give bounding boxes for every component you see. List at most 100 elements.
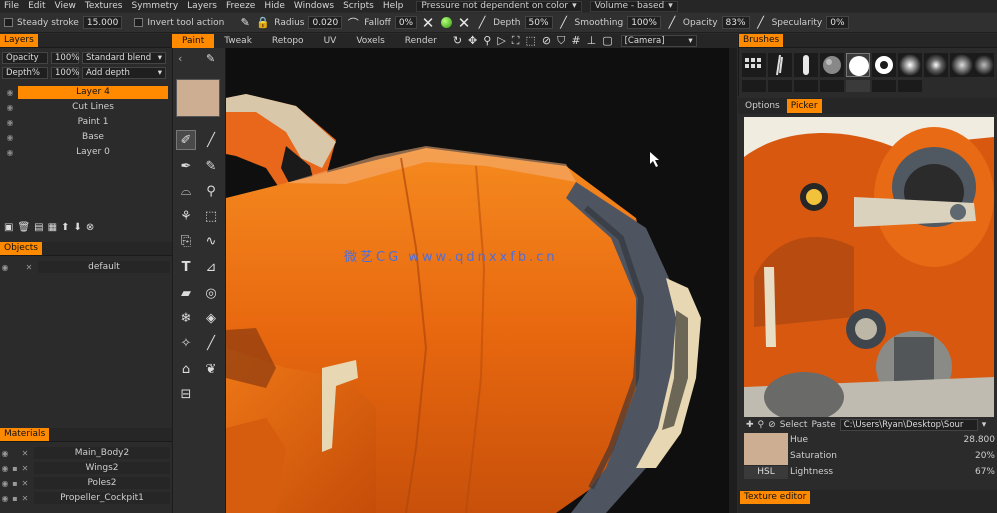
brush-preset[interactable] [742, 53, 766, 77]
eye-icon[interactable]: ◉ [0, 263, 10, 272]
shield-icon[interactable]: ⛉ [557, 34, 565, 48]
frame-icon[interactable]: ⬚ [526, 34, 536, 48]
current-color-swatch[interactable] [176, 79, 220, 117]
brush-preset[interactable] [742, 80, 766, 92]
close-icon[interactable]: ✕ [24, 263, 34, 272]
brush-preset[interactable] [950, 53, 974, 77]
butterfly-tool-icon[interactable]: ❦ [201, 359, 221, 379]
select-button[interactable]: Select [780, 420, 808, 430]
delete-layer-icon[interactable]: 🗑 [17, 222, 30, 233]
brush-preset-selected[interactable] [846, 53, 870, 77]
freeze-tool-icon[interactable]: ❄ [176, 308, 196, 328]
brush-preset[interactable] [898, 80, 922, 92]
pencil-tool-icon[interactable]: ╱ [201, 333, 221, 353]
brush-preset[interactable] [974, 53, 994, 77]
viewport-scrollbar[interactable] [729, 48, 737, 513]
brush-preset[interactable] [898, 53, 922, 77]
rotate-icon[interactable]: ↻ [453, 34, 462, 48]
play-icon[interactable]: ▷ [497, 34, 505, 48]
close-icon[interactable]: ✕ [20, 464, 30, 473]
brush-preset[interactable] [924, 53, 948, 77]
materials-title[interactable]: Materials [0, 428, 50, 441]
menu-hide[interactable]: Hide [260, 1, 290, 11]
layer-opacity-value[interactable]: 100% [51, 51, 79, 64]
eye-icon[interactable]: ◉ [2, 88, 18, 97]
magic-wand-icon[interactable]: ✧ [176, 333, 196, 353]
lock-icon[interactable]: ▪ [10, 479, 20, 488]
3d-viewport[interactable]: 微艺CG www.qdnxxfb.cn [226, 48, 736, 513]
eye-icon[interactable]: ◉ [0, 449, 10, 458]
opacity-pen-icon[interactable]: ╱ [665, 16, 679, 30]
color-model-button[interactable]: HSL [744, 466, 788, 479]
measure-tool-icon[interactable]: ⊿ [201, 257, 221, 277]
lock-icon[interactable]: ▪ [10, 464, 20, 473]
blend-mode-dropdown[interactable]: Standard blend ▾ [82, 51, 166, 64]
eye-icon[interactable]: ◉ [2, 133, 18, 142]
specularity-value[interactable]: 0% [826, 16, 849, 29]
merge-layer-icon[interactable]: ▦ [48, 222, 57, 233]
clear-layer-icon[interactable]: ⊗ [86, 222, 94, 233]
brush-preset[interactable] [872, 53, 896, 77]
no-symbol-icon[interactable]: ⊘ [542, 34, 551, 48]
no-symbol-icon[interactable]: ⊘ [768, 420, 776, 430]
object-item[interactable]: ◉ ✕ default [0, 260, 170, 274]
close-icon[interactable]: ✕ [20, 479, 30, 488]
swap-color-icon[interactable]: ‹ [178, 52, 182, 65]
move-down-icon[interactable]: ⬇ [73, 222, 81, 233]
layer-item[interactable]: ◉ Layer 0 [2, 145, 168, 159]
tab-voxels[interactable]: Voxels [346, 34, 394, 48]
brush-preset[interactable] [794, 53, 818, 77]
depth-pen-icon[interactable]: ╱ [475, 16, 489, 30]
nozzle-tool-icon[interactable]: ⚲ [201, 181, 221, 201]
steady-stroke-checkbox[interactable] [4, 18, 13, 27]
falloff-value[interactable]: 0% [394, 16, 418, 29]
brush-tool-icon[interactable]: ✐ [176, 130, 196, 150]
eye-icon[interactable]: ◉ [0, 464, 10, 473]
tape-tool-icon[interactable]: ⌂ [176, 359, 196, 379]
axis-icon[interactable]: ⊥ [587, 34, 597, 48]
copy-tool-icon[interactable]: ⎘ [176, 231, 196, 251]
fit-icon[interactable]: ⛶ [512, 34, 520, 48]
pressure-dropdown[interactable]: Pressure not dependent on color ▾ [416, 0, 582, 12]
lock-icon[interactable]: 🔒 [256, 16, 270, 30]
screen-icon[interactable]: ▢ [602, 34, 612, 48]
material-item[interactable]: ◉ ✕ Main_Body2 [0, 446, 170, 460]
layer-item[interactable]: ◉ Cut Lines [2, 100, 168, 114]
specularity-pen-icon[interactable]: ╱ [754, 16, 768, 30]
close-x-icon[interactable]: ✕ [457, 14, 471, 32]
volume-dropdown[interactable]: Volume - based ▾ [589, 0, 678, 12]
text-tool-icon[interactable]: T [176, 257, 196, 277]
layer-item[interactable]: ◉ Layer 4 [2, 85, 168, 99]
tab-uv[interactable]: UV [314, 34, 347, 48]
brush-preset[interactable] [820, 80, 844, 92]
zoom-icon[interactable]: ⚲ [758, 420, 765, 430]
visibility-tool-icon[interactable]: ◎ [201, 283, 221, 303]
brushes-title[interactable]: Brushes [739, 34, 784, 47]
eye-icon[interactable]: ◉ [2, 148, 18, 157]
brush-preset[interactable] [846, 80, 870, 92]
eye-icon[interactable]: ◉ [0, 494, 10, 503]
eye-icon[interactable]: ◉ [2, 103, 18, 112]
image-path-field[interactable]: C:\Users\Ryan\Desktop\Sour [839, 418, 978, 431]
brush-preset[interactable] [872, 80, 896, 92]
tab-options[interactable]: Options [741, 99, 784, 113]
menu-help[interactable]: Help [379, 1, 409, 11]
brush-preset[interactable] [768, 53, 792, 77]
depth-mode-dropdown[interactable]: Add depth ▾ [82, 66, 166, 79]
objects-title[interactable]: Objects [0, 242, 43, 255]
line-tool-icon[interactable]: ╱ [201, 130, 221, 150]
texture-editor-title[interactable]: Texture editor [740, 491, 811, 504]
menu-freeze[interactable]: Freeze [222, 1, 260, 11]
tab-paint[interactable]: Paint [172, 34, 215, 48]
menu-file[interactable]: File [0, 1, 24, 11]
hue-field[interactable]: Hue 28.800 [790, 435, 995, 448]
layer-item[interactable]: ◉ Paint 1 [2, 115, 168, 129]
layer-item[interactable]: ◉ Base [2, 130, 168, 144]
tab-tweak[interactable]: Tweak [214, 34, 262, 48]
new-layer-icon[interactable]: ▣ [4, 222, 13, 233]
smudge-tool-icon[interactable]: ✎ [201, 156, 221, 176]
smoothing-value[interactable]: 100% [627, 16, 661, 29]
move-icon[interactable]: ✥ [468, 34, 477, 48]
eyedropper-icon[interactable]: ✎ [206, 52, 215, 65]
steady-stroke-value[interactable]: 15.000 [82, 16, 123, 29]
